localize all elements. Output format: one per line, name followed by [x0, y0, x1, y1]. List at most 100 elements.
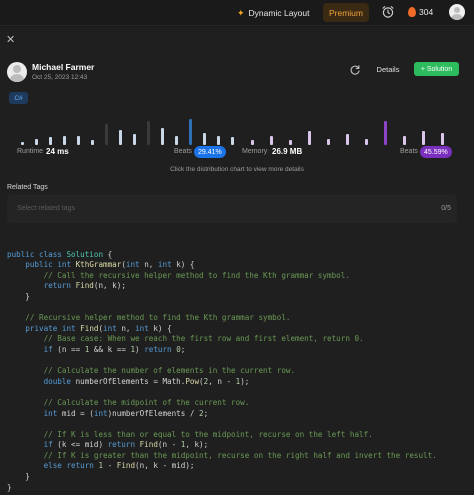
- code-line: // Calculate the midpoint of the current…: [7, 398, 467, 409]
- code-token: // If K is less than or equal to the mid…: [43, 429, 373, 439]
- code-token: }: [7, 291, 30, 301]
- memory-bar[interactable]: [422, 131, 425, 145]
- memory-bar[interactable]: [289, 140, 292, 145]
- refresh-icon[interactable]: [349, 64, 361, 76]
- runtime-bar[interactable]: [49, 137, 52, 145]
- code-line: if (n == 1 && k == 1) return 0;: [7, 345, 467, 356]
- memory-bar[interactable]: [270, 136, 273, 145]
- code-token: int: [125, 260, 145, 270]
- memory-bar[interactable]: [308, 131, 311, 145]
- runtime-bar[interactable]: [63, 136, 66, 145]
- runtime-bar[interactable]: [175, 136, 178, 145]
- code-token: public: [7, 249, 40, 259]
- code-token: }: [7, 472, 30, 482]
- solution-panel: ✕ Michael Farmer Oct 25, 2023 12:43 Deta…: [0, 27, 474, 495]
- sparkle-icon: ✦: [237, 7, 245, 18]
- runtime-bar[interactable]: [161, 128, 164, 145]
- runtime-bar[interactable]: [119, 130, 122, 145]
- code-line: // Call the recursive helper method to f…: [7, 271, 467, 282]
- code-token: mid = (: [61, 408, 94, 418]
- distribution-chart[interactable]: [17, 115, 457, 145]
- code-token: // Recursive helper method to find the K…: [25, 313, 291, 323]
- code-token: return: [43, 281, 76, 291]
- code-line: // Base case: When we reach the first ro…: [7, 334, 467, 345]
- memory-bar[interactable]: [384, 121, 387, 145]
- post-date: Oct 25, 2023 12:43: [32, 74, 88, 81]
- code-token: }: [7, 482, 12, 492]
- memory-bar[interactable]: [346, 134, 349, 145]
- code-token: Find: [75, 281, 94, 291]
- streak-counter[interactable]: 304: [408, 5, 433, 19]
- code-token: int: [43, 408, 62, 418]
- code-line: // If K is greater than the midpoint, re…: [7, 451, 467, 462]
- code-token: return: [66, 461, 99, 471]
- memory-bar[interactable]: [251, 140, 254, 145]
- memory-bar[interactable]: [365, 139, 368, 145]
- code-token: // Base case: When we reach the first ro…: [43, 334, 364, 344]
- distribution-hint: Click the distribution chart to view mor…: [170, 166, 304, 173]
- code-line: // Recursive helper method to find the K…: [7, 313, 467, 324]
- code-token: {: [103, 249, 113, 259]
- code-token: (k <= mid): [57, 440, 108, 450]
- runtime-bar[interactable]: [147, 121, 150, 145]
- author-avatar[interactable]: [7, 62, 27, 82]
- fire-icon: [408, 7, 416, 17]
- code-token: int: [61, 323, 81, 333]
- author-name[interactable]: Michael Farmer: [32, 62, 94, 72]
- memory-bar[interactable]: [441, 133, 444, 145]
- premium-button[interactable]: Premium: [323, 3, 369, 22]
- runtime-bar[interactable]: [189, 119, 192, 145]
- runtime-bar[interactable]: [35, 139, 38, 145]
- code-token: else: [43, 461, 67, 471]
- runtime-bar[interactable]: [77, 136, 80, 145]
- details-button[interactable]: Details: [370, 62, 406, 76]
- close-icon[interactable]: ✕: [6, 35, 16, 46]
- runtime-bar[interactable]: [217, 136, 220, 145]
- related-tags-input[interactable]: Select related tags 0/5: [7, 195, 457, 223]
- code-line: // Calculate the number of elements in t…: [7, 366, 467, 377]
- memory-bar[interactable]: [403, 136, 406, 145]
- code-token: int: [57, 260, 76, 270]
- code-token: (n ==: [57, 344, 85, 354]
- code-token: k) {: [176, 260, 195, 270]
- code-token: );: [240, 376, 250, 386]
- code-token: // Calculate the number of elements in t…: [43, 366, 296, 376]
- add-solution-button[interactable]: + Solution: [414, 62, 459, 76]
- code-block[interactable]: public class Solution { public int KthGr…: [7, 239, 467, 495]
- runtime-beats-badge: 29.41%: [194, 146, 226, 158]
- profile-avatar[interactable]: [449, 4, 465, 20]
- code-token: ;: [180, 344, 186, 354]
- code-token: private: [25, 323, 62, 333]
- code-token: if: [43, 344, 58, 354]
- code-token: // Calculate the midpoint of the current…: [43, 397, 250, 407]
- alarm-clock-icon[interactable]: [381, 5, 395, 19]
- runtime-bar[interactable]: [105, 124, 108, 145]
- runtime-bar[interactable]: [21, 142, 24, 145]
- code-token: numberOfElements = Math.: [75, 376, 186, 386]
- code-token: int: [103, 323, 122, 333]
- memory-bar[interactable]: [327, 139, 330, 145]
- runtime-bar[interactable]: [133, 134, 136, 145]
- dynamic-layout-button[interactable]: ✦ Dynamic Layout: [237, 6, 310, 20]
- runtime-bar[interactable]: [231, 137, 234, 145]
- related-tags-title: Related Tags: [7, 184, 48, 191]
- streak-count: 304: [419, 7, 434, 17]
- runtime-bar[interactable]: [91, 140, 94, 145]
- language-badge[interactable]: C#: [9, 92, 28, 104]
- runtime-bar[interactable]: [203, 133, 206, 145]
- code-token: // Call the recursive helper method to f…: [43, 270, 350, 280]
- top-bar: ✦ Dynamic Layout Premium 304: [0, 0, 474, 26]
